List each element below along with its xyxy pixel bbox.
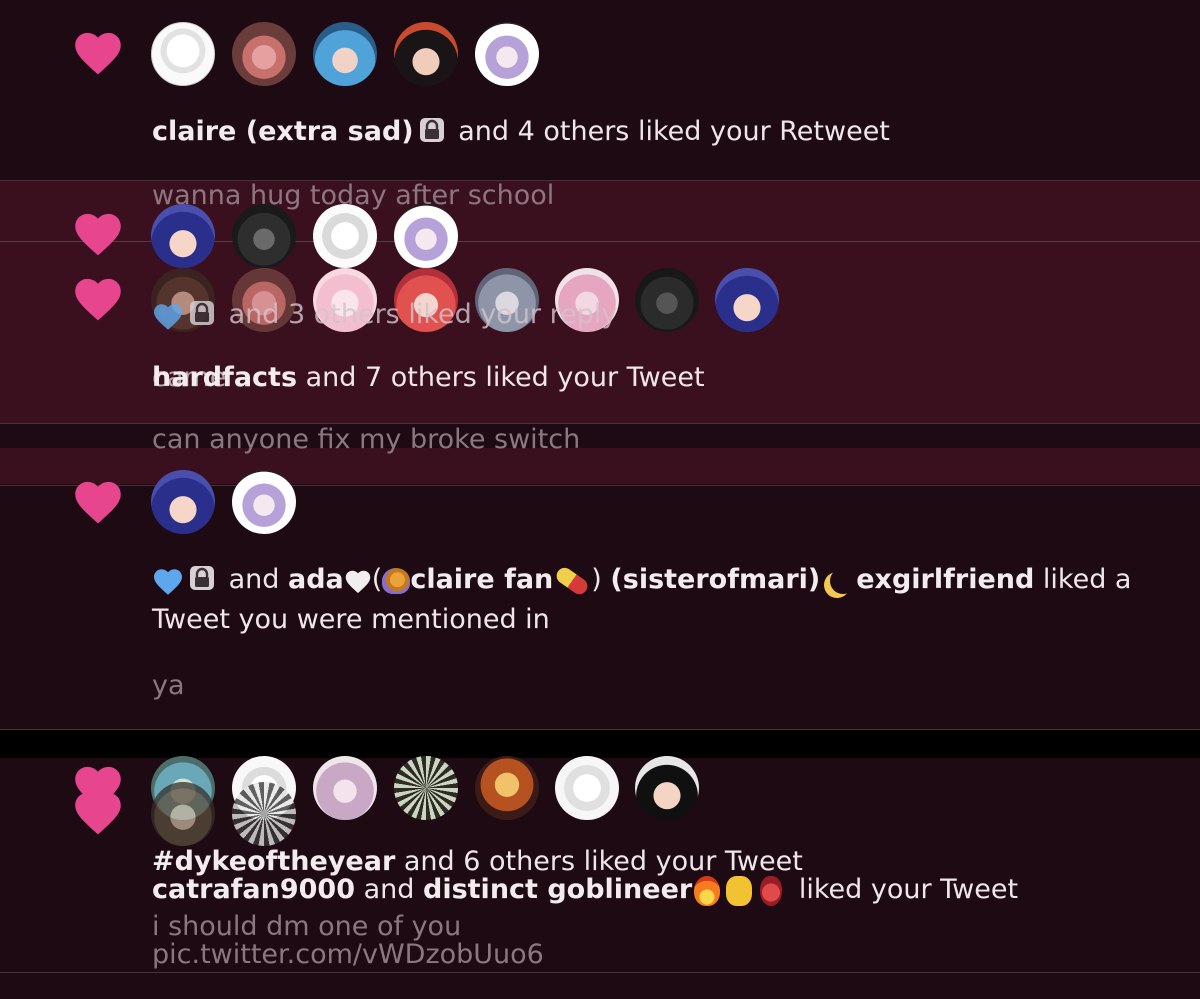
anatomical-heart-emoji bbox=[760, 875, 783, 906]
snail-emoji bbox=[382, 567, 411, 594]
avatar[interactable] bbox=[151, 782, 215, 846]
avatar[interactable] bbox=[475, 756, 539, 820]
paren-close: ) bbox=[591, 564, 602, 595]
avatar[interactable] bbox=[151, 470, 215, 534]
actor-name[interactable]: catrafan9000 bbox=[152, 874, 355, 905]
heart-icon bbox=[72, 28, 124, 76]
notification-action: and 3 others liked your reply bbox=[228, 299, 618, 330]
avatar[interactable] bbox=[232, 782, 296, 846]
notification-text-line2: Tweet you were mentioned in bbox=[152, 604, 550, 635]
lock-icon bbox=[188, 299, 216, 327]
notification-action: liked your Tweet bbox=[798, 874, 1019, 905]
avatar[interactable] bbox=[313, 204, 377, 268]
heart-icon bbox=[72, 209, 124, 257]
heart-icon bbox=[72, 788, 124, 836]
avatar[interactable] bbox=[151, 22, 215, 86]
divider bbox=[0, 972, 1200, 973]
blue-heart-emoji bbox=[152, 566, 184, 596]
avatar[interactable] bbox=[394, 204, 458, 268]
white-heart-emoji bbox=[344, 568, 372, 594]
blue-heart-emoji bbox=[152, 301, 184, 331]
lock-icon bbox=[188, 564, 216, 592]
avatar[interactable] bbox=[232, 204, 296, 268]
avatar[interactable] bbox=[394, 756, 458, 820]
notification-text: catrafan9000 and distinct goblineer like… bbox=[152, 872, 1018, 908]
notification-text: and 3 others liked your reply bbox=[152, 295, 617, 335]
avatar[interactable] bbox=[232, 470, 296, 534]
notification-text: and ada ( claire fan) (sisterofmari) exgirl… bbox=[152, 560, 1131, 600]
avatar[interactable] bbox=[635, 756, 699, 820]
pinch-hand-emoji bbox=[726, 875, 753, 906]
pill-emoji bbox=[553, 564, 591, 597]
actor-name[interactable]: claire (extra sad) bbox=[152, 116, 414, 147]
conjunction: and bbox=[228, 564, 280, 595]
fire-emoji bbox=[694, 875, 721, 906]
actor-name[interactable]: (sisterofmari) bbox=[610, 564, 820, 595]
avatar[interactable] bbox=[151, 204, 215, 268]
lock-icon bbox=[418, 116, 446, 144]
avatar[interactable] bbox=[715, 268, 779, 332]
actor-name[interactable]: exgirlfriend bbox=[856, 564, 1034, 595]
heart-icon bbox=[72, 274, 124, 322]
notification-action: liked a bbox=[1042, 564, 1132, 595]
avatar[interactable] bbox=[475, 22, 539, 86]
actor-name[interactable]: ada bbox=[288, 564, 344, 595]
tweet-preview: ya bbox=[152, 670, 185, 701]
crescent-moon-emoji bbox=[830, 568, 856, 594]
avatar[interactable] bbox=[313, 22, 377, 86]
conjunction: and bbox=[363, 874, 415, 905]
actor-name[interactable]: distinct goblineer bbox=[423, 874, 692, 905]
actor-name[interactable]: claire fan bbox=[410, 564, 553, 595]
heart-icon bbox=[72, 477, 124, 525]
notification-action: and 7 others liked your Tweet bbox=[305, 362, 705, 393]
tweet-preview-link[interactable]: pic.twitter.com/vWDzobUuo6 bbox=[152, 938, 544, 972]
avatar[interactable] bbox=[313, 756, 377, 820]
notification-text: hardfacts and 7 others liked your Tweet bbox=[152, 358, 705, 398]
avatar[interactable] bbox=[232, 22, 296, 86]
actor-name[interactable]: hardfacts bbox=[152, 362, 297, 393]
black-gap bbox=[0, 730, 1200, 758]
avatar[interactable] bbox=[555, 756, 619, 820]
notification-action: and 4 others liked your Retweet bbox=[458, 116, 890, 147]
tweet-preview: can anyone fix my broke switch bbox=[152, 424, 581, 455]
avatar[interactable] bbox=[635, 268, 699, 332]
notification-text: claire (extra sad) and 4 others liked yo… bbox=[152, 112, 890, 152]
avatar[interactable] bbox=[394, 22, 458, 86]
paren-open: ( bbox=[371, 564, 383, 595]
